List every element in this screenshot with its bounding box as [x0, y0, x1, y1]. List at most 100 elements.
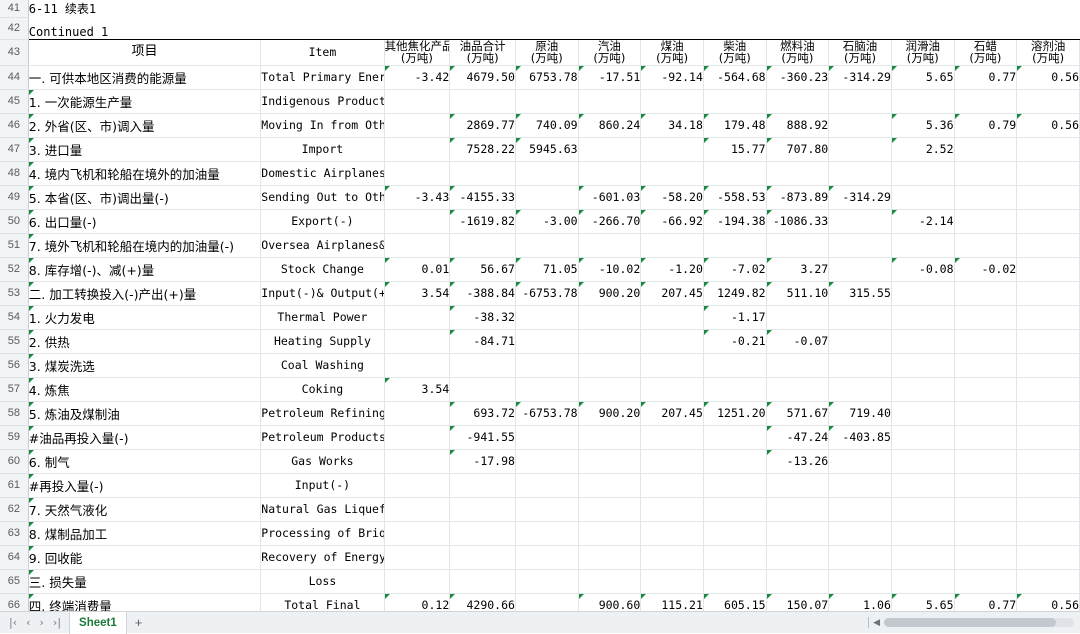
row-header-49[interactable]: 49	[0, 185, 29, 210]
data-cell[interactable]	[640, 449, 704, 474]
row-header-45[interactable]: 45	[0, 89, 29, 114]
data-cell[interactable]: 71.05	[515, 257, 579, 282]
data-cell[interactable]	[515, 425, 579, 450]
data-cell[interactable]: 5.36	[891, 113, 955, 138]
data-cell[interactable]	[1016, 185, 1080, 210]
data-cell[interactable]: 0.77	[954, 593, 1018, 611]
next-sheet-icon[interactable]: ›	[40, 617, 44, 628]
data-cell[interactable]	[703, 449, 767, 474]
data-cell[interactable]: 900.20	[578, 401, 642, 426]
data-cell[interactable]	[703, 161, 767, 186]
data-cell[interactable]: 5945.63	[515, 137, 579, 162]
data-cell[interactable]	[515, 329, 579, 354]
table-row[interactable]: 50 6. 出口量(-) Export(-) -1619.82 -3.00 -266.70…	[0, 209, 1080, 234]
data-cell[interactable]: 15.77	[703, 137, 767, 162]
data-cell[interactable]	[640, 89, 704, 114]
data-cell[interactable]	[384, 569, 451, 594]
data-cell[interactable]: 3.54	[384, 377, 451, 402]
horizontal-scrollbar[interactable]: ◀	[868, 617, 1074, 628]
data-cell[interactable]: -7.02	[703, 257, 767, 282]
data-cell[interactable]	[703, 521, 767, 546]
data-cell[interactable]: 6753.78	[515, 65, 579, 90]
data-cell[interactable]	[515, 473, 579, 498]
data-cell[interactable]: 315.55	[828, 281, 892, 306]
data-cell[interactable]	[703, 377, 767, 402]
data-cell[interactable]: 3.54	[384, 281, 451, 306]
row-header-60[interactable]: 60	[0, 449, 29, 474]
data-cell[interactable]	[828, 257, 892, 282]
row-header-66[interactable]: 66	[0, 593, 29, 611]
data-cell[interactable]	[766, 569, 830, 594]
data-cell[interactable]	[828, 209, 892, 234]
table-row[interactable]: 59#油品再投入量(-)Petroleum Products Input(-) -…	[0, 425, 1080, 450]
data-cell[interactable]	[384, 329, 451, 354]
data-cell[interactable]	[766, 305, 830, 330]
row-header-50[interactable]: 50	[0, 209, 29, 234]
data-cell[interactable]	[766, 521, 830, 546]
data-cell[interactable]: 4679.50	[449, 65, 516, 90]
data-cell[interactable]: -17.98	[449, 449, 516, 474]
table-row[interactable]: 61 #再投入量(-) Input(-)	[0, 473, 1080, 498]
table-row[interactable]: 66 四. 终端消费量 Total Final 0.12 4290.66 900.60 11…	[0, 593, 1080, 611]
data-cell[interactable]	[640, 545, 704, 570]
data-cell[interactable]	[766, 377, 830, 402]
data-cell[interactable]	[954, 353, 1018, 378]
data-cell[interactable]	[578, 521, 642, 546]
sheet-nav-buttons[interactable]: |‹ ‹ › ›|	[0, 617, 69, 628]
scroll-left-icon[interactable]: ◀	[873, 618, 880, 627]
data-cell[interactable]	[766, 89, 830, 114]
data-cell[interactable]	[891, 497, 955, 522]
data-cell[interactable]	[891, 545, 955, 570]
data-cell[interactable]	[384, 233, 451, 258]
data-cell[interactable]: 707.80	[766, 137, 830, 162]
data-cell[interactable]	[891, 473, 955, 498]
data-cell[interactable]: 207.45	[640, 281, 704, 306]
data-cell[interactable]	[703, 425, 767, 450]
data-cell[interactable]: -360.23	[766, 65, 830, 90]
data-cell[interactable]	[828, 569, 892, 594]
data-cell[interactable]: -0.08	[891, 257, 955, 282]
row-header-54[interactable]: 54	[0, 305, 29, 330]
data-cell[interactable]: 900.20	[578, 281, 642, 306]
data-cell[interactable]	[703, 233, 767, 258]
table-row[interactable]: 495. 本省(区、市)调出量(-)Sending Out to Other P…	[0, 185, 1080, 210]
row-header-63[interactable]: 63	[0, 521, 29, 546]
table-row[interactable]: 55 2. 供热 Heating Supply -84.71 -0.21 -0.07	[0, 329, 1080, 354]
data-cell[interactable]	[384, 497, 451, 522]
row-header-41[interactable]: 41	[0, 0, 29, 18]
row-header-58[interactable]: 58	[0, 401, 29, 426]
data-cell[interactable]	[1016, 425, 1080, 450]
data-cell[interactable]	[766, 473, 830, 498]
data-cell[interactable]: 207.45	[640, 401, 704, 426]
sheet-tab-sheet1[interactable]: Sheet1	[69, 611, 127, 634]
data-cell[interactable]: 0.12	[384, 593, 451, 611]
data-cell[interactable]	[515, 353, 579, 378]
table-row[interactable]: 638. 煤制品加工Processing of Briquettes	[0, 521, 1080, 546]
data-cell[interactable]	[640, 377, 704, 402]
data-cell[interactable]	[703, 353, 767, 378]
data-cell[interactable]: -388.84	[449, 281, 516, 306]
data-cell[interactable]	[954, 449, 1018, 474]
data-cell[interactable]	[954, 137, 1018, 162]
data-cell[interactable]: 34.18	[640, 113, 704, 138]
data-cell[interactable]	[384, 401, 451, 426]
data-cell[interactable]	[828, 473, 892, 498]
data-cell[interactable]: 115.21	[640, 593, 704, 611]
data-cell[interactable]	[891, 161, 955, 186]
data-cell[interactable]	[578, 233, 642, 258]
data-cell[interactable]: -92.14	[640, 65, 704, 90]
data-cell[interactable]	[515, 569, 579, 594]
data-cell[interactable]: -314.29	[828, 185, 892, 210]
row-header-51[interactable]: 51	[0, 233, 29, 258]
data-cell[interactable]: 1251.20	[703, 401, 767, 426]
data-cell[interactable]	[1016, 281, 1080, 306]
data-cell[interactable]	[578, 377, 642, 402]
data-cell[interactable]	[954, 281, 1018, 306]
data-cell[interactable]	[954, 89, 1018, 114]
row-header-55[interactable]: 55	[0, 329, 29, 354]
data-cell[interactable]	[384, 521, 451, 546]
data-cell[interactable]	[384, 353, 451, 378]
data-cell[interactable]	[954, 473, 1018, 498]
data-cell[interactable]: 7528.22	[449, 137, 516, 162]
data-cell[interactable]	[954, 329, 1018, 354]
